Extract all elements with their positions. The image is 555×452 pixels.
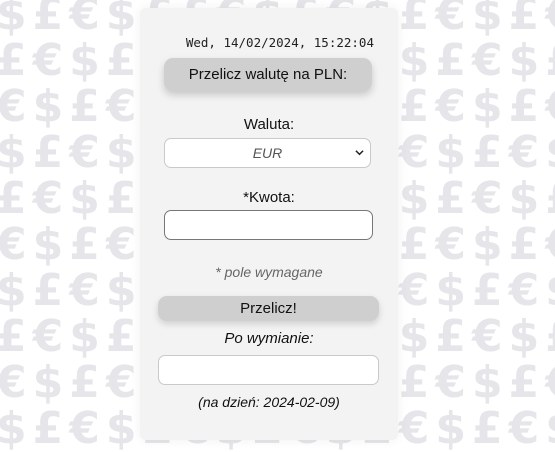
- amount-label: *Kwota:: [243, 189, 295, 206]
- amount-input[interactable]: [164, 210, 373, 240]
- rate-date-note: (na dzień: 2024-02-09): [198, 394, 340, 410]
- required-note: * pole wymagane: [215, 264, 323, 280]
- chevron-down-icon: [355, 150, 364, 156]
- currency-select[interactable]: EUR: [164, 138, 371, 168]
- converter-panel: Wed, 14/02/2024, 15:22:04 Przelicz walut…: [140, 8, 398, 440]
- converter-title-button[interactable]: Przelicz walutę na PLN:: [164, 58, 372, 91]
- current-datetime: Wed, 14/02/2024, 15:22:04: [185, 35, 374, 50]
- result-output-field[interactable]: [158, 355, 379, 385]
- currency-label: Waluta:: [243, 116, 295, 133]
- result-label: Po wymianie:: [224, 330, 314, 347]
- convert-button[interactable]: Przelicz!: [158, 296, 379, 321]
- currency-selected-value: EUR: [252, 145, 283, 161]
